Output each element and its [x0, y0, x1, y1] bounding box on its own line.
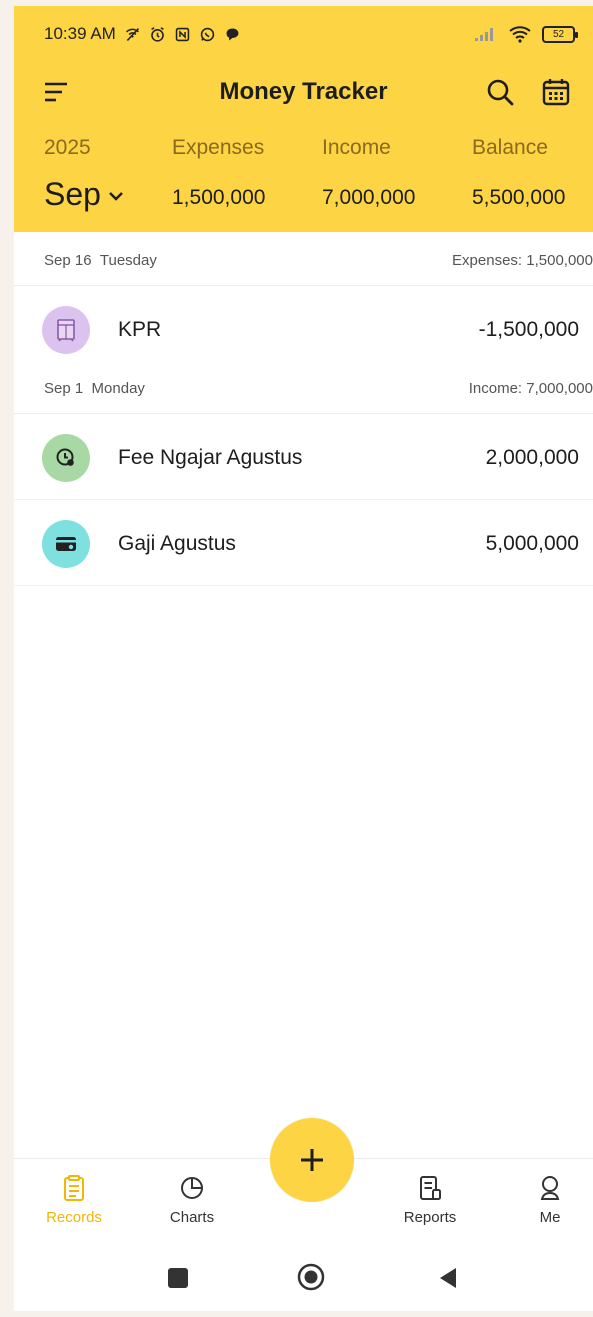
year-label: 2025: [44, 136, 91, 159]
nav-charts-label: Charts: [169, 1209, 215, 1226]
wallet-icon: [56, 537, 76, 551]
plus-icon: [301, 1149, 323, 1171]
clock-coin-icon: [56, 448, 74, 466]
record-item[interactable]: Fee Ngajar Agustus 2,000,000: [14, 414, 593, 500]
month-selector[interactable]: Sep: [44, 176, 125, 213]
system-nav-bar: [14, 1248, 593, 1311]
month-label: Sep: [44, 176, 101, 212]
status-notification-icons: [124, 26, 241, 43]
day-summary: Income: 7,000,000: [468, 380, 593, 397]
cabinet-icon: [57, 319, 75, 342]
record-icon: [42, 306, 90, 354]
app-header: 10:39 AM 52 Money Tracker 2025 Expenses: [14, 6, 593, 232]
nav-me[interactable]: Me: [510, 1173, 590, 1226]
record-name: KPR: [118, 318, 162, 341]
record-name: Gaji Agustus: [118, 532, 236, 555]
nav-records-label: Records: [46, 1209, 102, 1226]
reports-icon: [420, 1176, 441, 1200]
day-header: Sep 16 Tuesday Expenses: 1,500,000: [14, 232, 593, 286]
chat-bubble-icon: [226, 28, 239, 40]
nfc-icon: [175, 27, 190, 41]
search-icon[interactable]: [484, 76, 516, 108]
summary-values: Sep 1,500,000 7,000,000 5,500,000: [14, 176, 593, 220]
records-icon: [64, 1175, 84, 1201]
summary-labels: 2025 Expenses Income Balance: [14, 136, 593, 164]
battery-level: 52: [552, 28, 565, 40]
record-icon: [42, 520, 90, 568]
record-name: Fee Ngajar Agustus: [118, 446, 303, 469]
toolbar: Money Tracker: [14, 68, 593, 116]
alarm-icon: [150, 26, 164, 42]
battery-icon: 52: [542, 25, 578, 43]
back-icon[interactable]: [436, 1266, 460, 1290]
nav-reports[interactable]: Reports: [390, 1173, 470, 1226]
nav-reports-label: Reports: [403, 1209, 457, 1226]
day-date: Sep 16 Tuesday: [44, 252, 157, 269]
record-amount: -1,500,000: [478, 318, 579, 341]
recents-icon[interactable]: [166, 1266, 190, 1290]
profile-icon: [540, 1176, 560, 1200]
balance-label: Balance: [472, 136, 548, 159]
calendar-icon[interactable]: [540, 76, 572, 108]
expenses-label: Expenses: [172, 136, 265, 159]
signal-icon: [475, 28, 493, 41]
phone-screen: 10:39 AM 52 Money Tracker 2025 Expenses: [14, 6, 593, 1311]
nav-records[interactable]: Records: [34, 1173, 114, 1226]
record-amount: 2,000,000: [485, 446, 579, 469]
day-summary: Expenses: 1,500,000: [452, 252, 593, 269]
record-icon: [42, 434, 90, 482]
chevron-down-icon: [109, 191, 123, 201]
balance-value: 5,500,000: [472, 186, 566, 209]
charts-icon: [181, 1177, 203, 1199]
income-value: 7,000,000: [322, 186, 416, 209]
nav-charts[interactable]: Charts: [152, 1173, 232, 1226]
status-system-icons: 52: [474, 25, 578, 43]
add-record-button[interactable]: [270, 1118, 354, 1202]
record-amount: 5,000,000: [485, 532, 579, 555]
wifi-icon: [509, 26, 531, 43]
whatsapp-icon: [200, 27, 215, 41]
wifi-off-icon: [125, 27, 139, 41]
income-label: Income: [322, 136, 391, 159]
day-header: Sep 1 Monday Income: 7,000,000: [14, 360, 593, 414]
status-time: 10:39 AM: [44, 24, 116, 43]
status-bar: 10:39 AM 52: [14, 6, 593, 62]
expenses-value: 1,500,000: [172, 186, 266, 209]
home-icon[interactable]: [296, 1262, 326, 1292]
record-item[interactable]: Gaji Agustus 5,000,000: [14, 500, 593, 586]
day-date: Sep 1 Monday: [44, 380, 145, 397]
nav-me-label: Me: [539, 1209, 561, 1226]
